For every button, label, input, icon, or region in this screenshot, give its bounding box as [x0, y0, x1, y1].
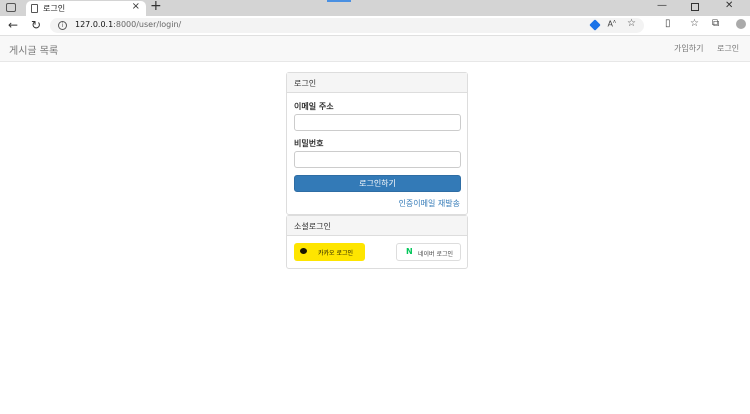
signup-link[interactable]: 가입하기: [674, 43, 703, 54]
resend-verification-link[interactable]: 인증이메일 재발송: [399, 198, 460, 209]
login-panel: 로그인 이메일 주소 비밀번호 로그인하기 인증이메일 재발송: [286, 72, 468, 215]
coupon-tag-icon[interactable]: [589, 19, 601, 31]
login-panel-heading: 로그인: [287, 73, 467, 93]
kakao-login-label: 카카오 로그인: [318, 250, 354, 257]
url-field[interactable]: i 127.0.0.1:8000/user/login/ Aʌ ☆: [50, 18, 644, 33]
site-info-icon[interactable]: i: [58, 21, 67, 30]
page-icon: [31, 4, 38, 13]
password-field[interactable]: [294, 151, 461, 168]
url-host: 127.0.0.1: [75, 20, 114, 29]
profile-avatar-icon[interactable]: [736, 19, 746, 29]
password-label: 비밀번호: [294, 139, 324, 148]
brand-link[interactable]: 게시글 목록: [9, 42, 58, 57]
naver-login-label: 네이버 로그인: [418, 251, 454, 258]
maximize-icon[interactable]: [691, 3, 699, 11]
login-link[interactable]: 로그인: [717, 43, 739, 54]
favorites-icon[interactable]: ☆: [690, 18, 699, 29]
back-icon[interactable]: ←: [8, 18, 18, 32]
social-panel-heading: 소셜로그인: [287, 216, 467, 236]
read-aloud-icon[interactable]: Aʌ: [608, 19, 616, 29]
kakao-chat-icon: [300, 248, 307, 254]
minimize-icon[interactable]: —: [657, 0, 667, 11]
kakao-login-button[interactable]: 카카오 로그인: [294, 243, 365, 261]
tab-strip: 로그인 × + — ✕: [0, 0, 750, 16]
drag-region: [327, 0, 351, 2]
url-path: :8000/user/login/: [113, 20, 182, 29]
reload-icon[interactable]: ↻: [31, 18, 41, 32]
browser-tab[interactable]: 로그인 ×: [26, 1, 146, 16]
login-submit-button[interactable]: 로그인하기: [294, 175, 461, 192]
close-tab-icon[interactable]: ×: [132, 1, 140, 12]
social-login-panel: 소셜로그인 카카오 로그인 N 네이버 로그인: [286, 215, 468, 269]
email-field[interactable]: [294, 114, 461, 131]
naver-n-icon: N: [406, 247, 413, 256]
naver-login-button[interactable]: N 네이버 로그인: [396, 243, 461, 261]
new-tab-icon[interactable]: +: [150, 0, 162, 14]
address-bar: ← ↻ i 127.0.0.1:8000/user/login/ Aʌ ☆ ▯ …: [0, 16, 750, 36]
favorite-star-icon[interactable]: ☆: [627, 18, 636, 29]
tab-title: 로그인: [43, 4, 66, 13]
url-text[interactable]: 127.0.0.1:8000/user/login/: [75, 20, 181, 29]
collections-icon[interactable]: ⧉: [712, 18, 719, 29]
tab-actions-icon[interactable]: [6, 3, 16, 12]
window-close-icon[interactable]: ✕: [725, 0, 733, 11]
email-label: 이메일 주소: [294, 102, 334, 111]
site-navbar: 게시글 목록 가입하기 로그인: [0, 36, 750, 62]
split-screen-icon[interactable]: ▯: [665, 18, 671, 29]
